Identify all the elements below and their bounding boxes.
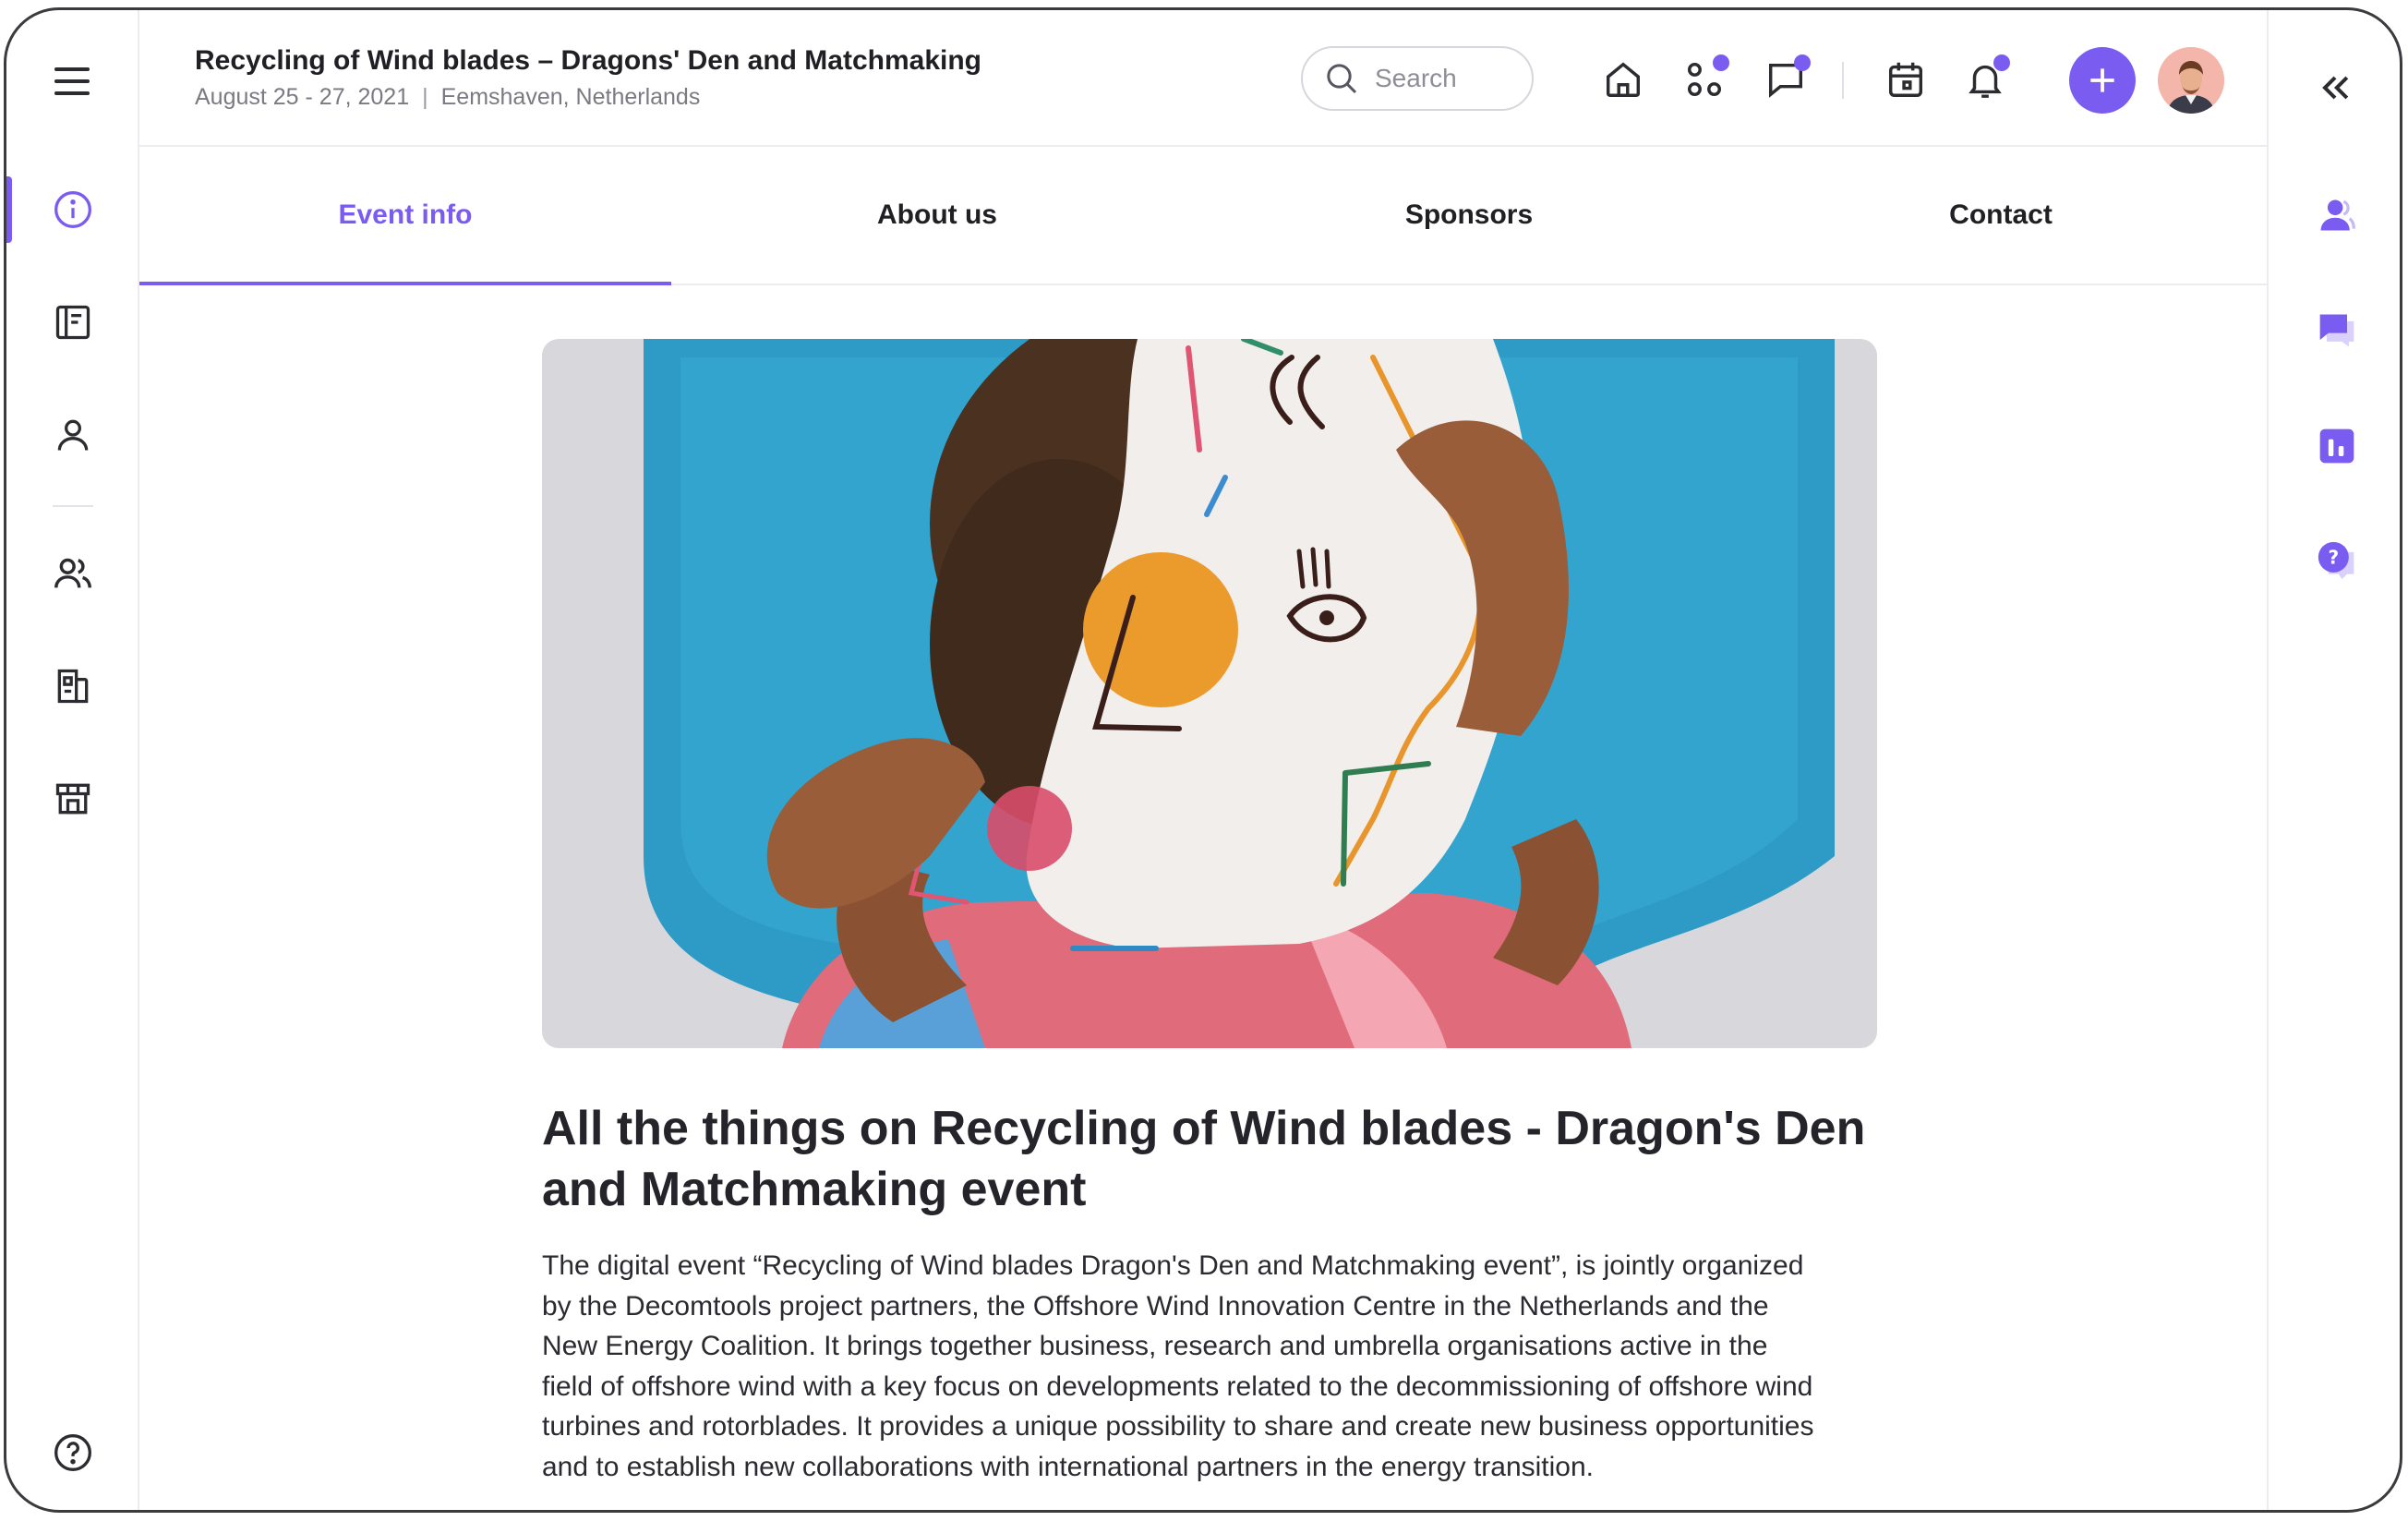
help-icon [54, 1434, 91, 1471]
notification-dot [1713, 54, 1729, 71]
tab-bar: Event info About us Sponsors Contact [139, 147, 2267, 285]
event-location: Eemshaven, Netherlands [440, 84, 701, 110]
hero-image [542, 339, 1877, 1048]
event-meta: August 25 - 27, 2021 | Eemshaven, Netherla… [195, 84, 700, 111]
search-input[interactable]: Search [1301, 46, 1534, 111]
calendar-icon [1888, 62, 1923, 97]
right-rail: ? [2267, 10, 2400, 1510]
home-button[interactable] [1602, 58, 1644, 101]
header-divider [1842, 62, 1844, 99]
sidebar-divider [53, 505, 93, 507]
sidebar-item-sponsors[interactable] [6, 649, 139, 723]
tab-contact[interactable]: Contact [1735, 147, 2267, 284]
meta-separator: | [422, 84, 428, 110]
sidebar-item-booths[interactable] [6, 762, 139, 836]
main-content: All the things on Recycling of Wind blad… [139, 285, 2267, 1510]
search-placeholder: Search [1375, 64, 1457, 92]
home-icon [1606, 62, 1641, 97]
sponsors-icon [57, 669, 89, 704]
collapse-icon[interactable] [2315, 67, 2355, 108]
hero-illustration [542, 339, 1877, 1048]
sidebar-item-agenda[interactable] [6, 285, 139, 359]
notifications-button[interactable] [1964, 54, 2010, 101]
event-description: The digital event “Recycling of Wind bla… [542, 1250, 1814, 1482]
menu-icon[interactable] [54, 67, 90, 99]
event-title: Recycling of Wind blades – Dragons' Den … [195, 45, 982, 76]
app-window: Recycling of Wind blades – Dragons' Den … [4, 7, 2402, 1513]
people-icon [54, 558, 91, 588]
left-sidebar [6, 10, 139, 1510]
people-icon[interactable] [2317, 195, 2357, 235]
event-dates: August 25 - 27, 2021 [195, 84, 410, 110]
search-icon [1327, 64, 1357, 94]
plus-icon [2090, 68, 2114, 92]
booths-icon [55, 783, 90, 815]
sidebar-item-help[interactable] [6, 1416, 139, 1490]
chat-button[interactable] [1764, 54, 1811, 101]
calendar-button[interactable] [1884, 58, 1927, 101]
notification-dot [1794, 54, 1811, 71]
tab-event-info[interactable]: Event info [139, 147, 671, 285]
profile-icon [57, 419, 89, 451]
sidebar-item-profile[interactable] [6, 398, 139, 472]
chat-icon[interactable] [2317, 309, 2357, 350]
top-header: Recycling of Wind blades – Dragons' Den … [139, 10, 2267, 147]
page-headline: All the things on Recycling of Wind blad… [542, 1102, 1866, 1216]
poll-icon[interactable] [2317, 426, 2357, 466]
tab-about-us[interactable]: About us [671, 147, 1203, 284]
svg-text:?: ? [2328, 547, 2339, 569]
tab-sponsors[interactable]: Sponsors [1203, 147, 1735, 284]
user-avatar[interactable] [2158, 47, 2224, 114]
notification-dot [1993, 54, 2010, 71]
avatar-image [2158, 47, 2224, 114]
agenda-icon [55, 305, 90, 340]
sidebar-item-people[interactable] [6, 537, 139, 610]
question-icon[interactable]: ? [2317, 540, 2357, 581]
info-icon [54, 191, 91, 228]
sidebar-item-event-info[interactable] [6, 173, 139, 247]
apps-button[interactable] [1683, 54, 1729, 101]
create-button[interactable] [2069, 47, 2136, 114]
